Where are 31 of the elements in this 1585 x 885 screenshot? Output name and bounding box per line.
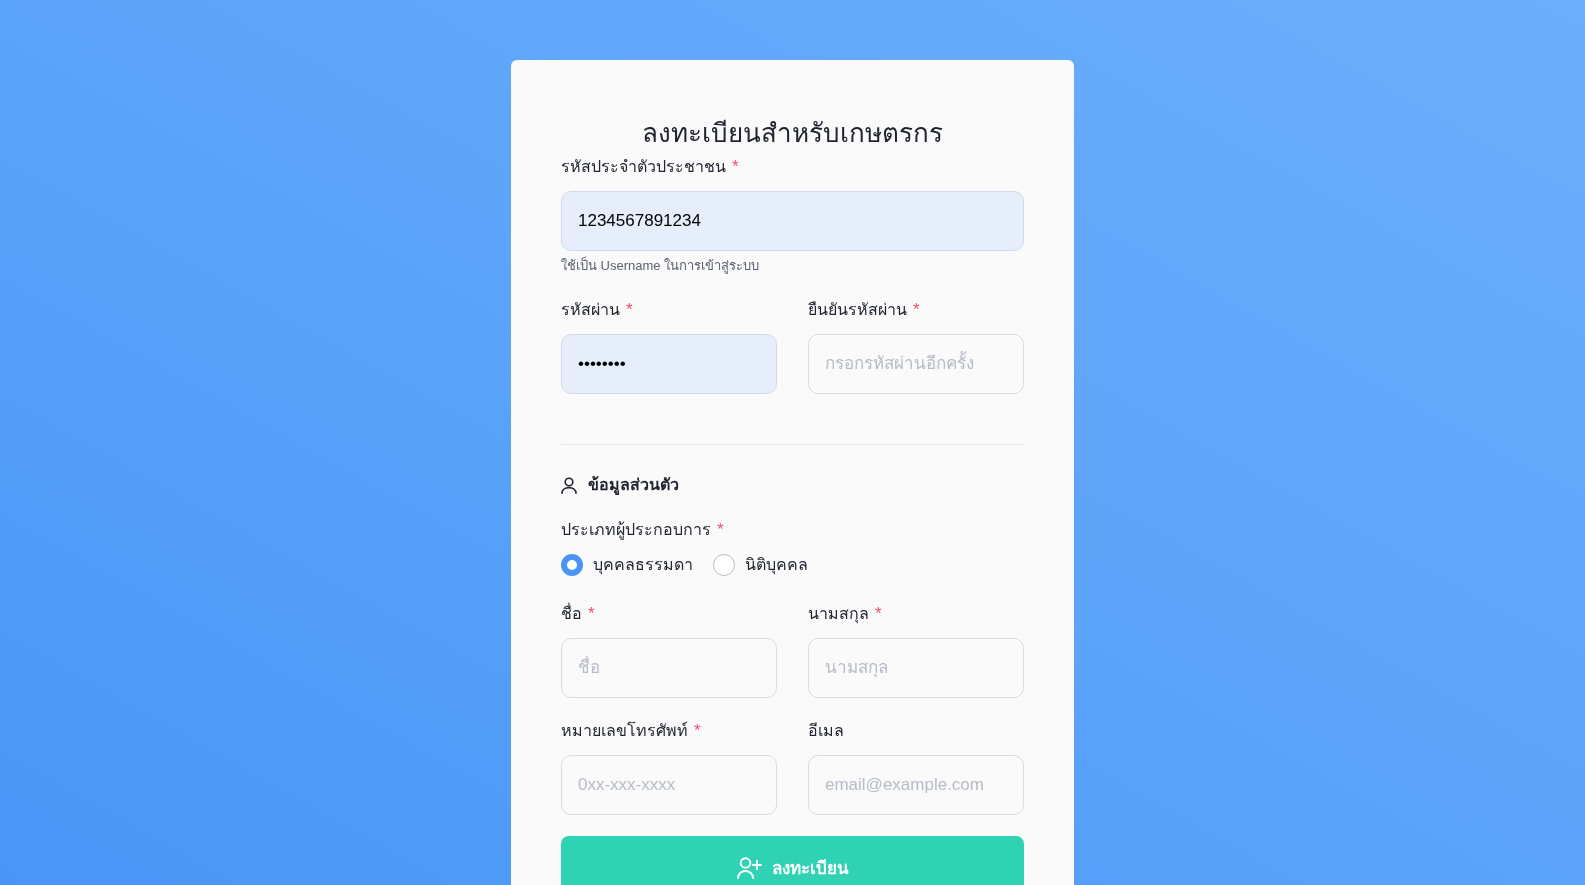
field-label: รหัสประจำตัวประชาชน [561, 157, 726, 177]
required-asterisk: * [717, 519, 724, 541]
required-asterisk: * [875, 603, 882, 625]
form-title: ลงทะเบียนสำหรับเกษตรกร [641, 117, 944, 150]
confirm-password-field[interactable]: กรอกรหัสผ่านอีกครั้ง [808, 334, 1024, 394]
required-asterisk: * [626, 299, 633, 321]
required-asterisk: * [913, 299, 920, 321]
user-plus-icon [736, 857, 762, 879]
field-label: ยืนยันรหัสผ่าน [808, 300, 907, 320]
section-heading: ข้อมูลส่วนตัว [588, 475, 679, 497]
required-asterisk: * [588, 603, 595, 625]
last-name-field[interactable]: นามสกุล [808, 638, 1024, 698]
field-label: อีเมล [808, 721, 844, 741]
radio-label[interactable]: บุคคลธรรมดา [593, 553, 693, 577]
field-label: ชื่อ [561, 602, 582, 624]
email-field[interactable]: email@example.com [808, 755, 1024, 815]
radio-button[interactable] [713, 554, 735, 576]
field-label: นามสกุล [808, 604, 869, 626]
user-icon [561, 476, 577, 494]
field-label: รหัสผ่าน [561, 300, 620, 320]
first-name-field[interactable]: ชื่อ [561, 638, 777, 698]
phone-field[interactable]: 0xx-xxx-xxxx [561, 755, 777, 815]
field-label: หมายเลขโทรศัพท์ [561, 720, 688, 741]
required-asterisk: * [694, 720, 701, 742]
id-number-field[interactable]: 1234567891234 [561, 191, 1024, 251]
radio-label[interactable]: นิติบุคคล [745, 553, 808, 577]
radio-button[interactable] [561, 554, 583, 576]
field-label: ประเภทผู้ประกอบการ [561, 520, 711, 542]
field-hint: ใช้เป็น Username ในการเข้าสู่ระบบ [561, 257, 761, 275]
required-asterisk: * [732, 156, 739, 178]
password-field[interactable]: •••••••• [561, 334, 777, 394]
